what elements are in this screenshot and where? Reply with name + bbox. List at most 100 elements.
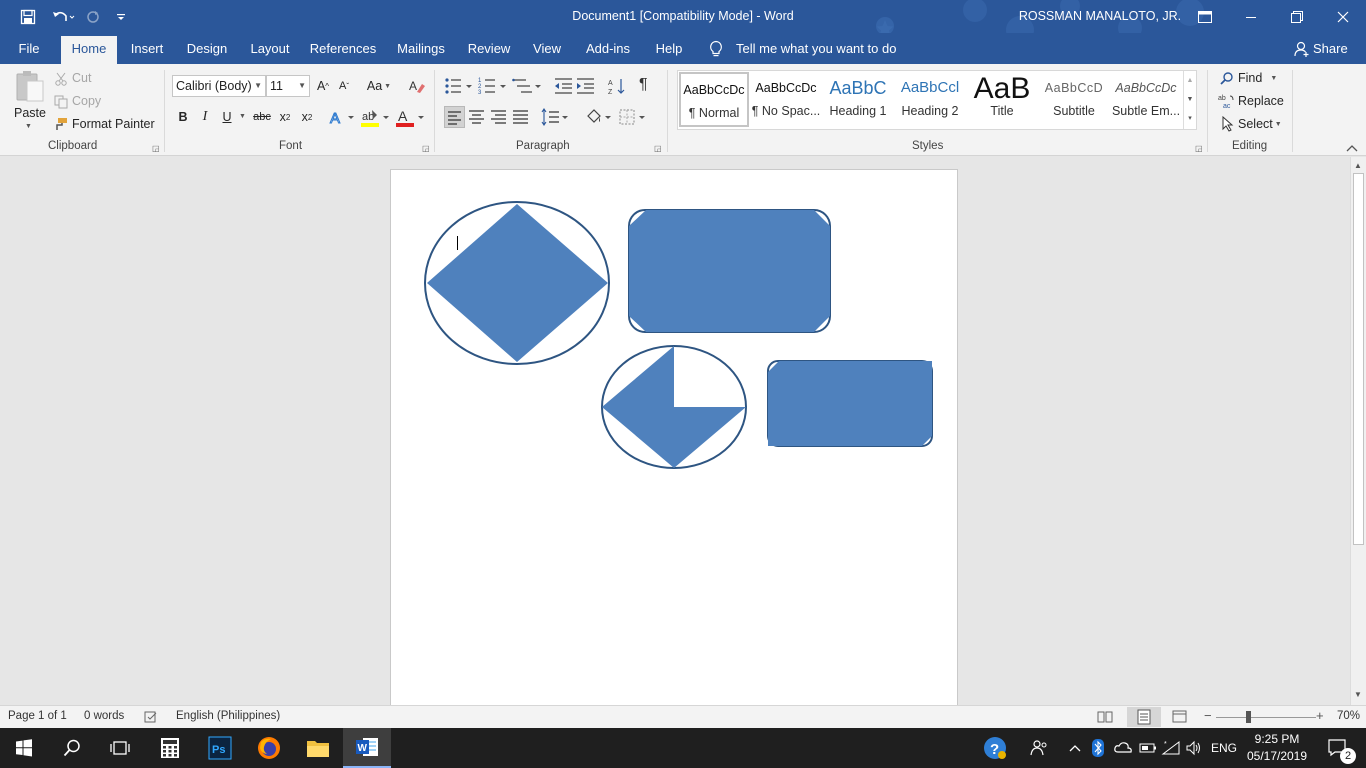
tab-view[interactable]: View [526,33,568,64]
highlight-color-icon[interactable]: ab [360,108,392,128]
select-button[interactable]: Select ▼ [1238,117,1282,131]
style-subtle-emphasis[interactable]: AaBbCcDc Subtle Em... [1111,72,1181,127]
close-icon[interactable] [1320,0,1366,33]
shape-oval-with-cutout[interactable] [601,345,747,469]
paste-icon[interactable] [14,70,46,104]
zoom-slider[interactable] [1216,717,1316,718]
show-hidden-icons[interactable] [1066,728,1084,768]
justify-icon[interactable] [511,108,530,126]
font-color-icon[interactable]: A [395,108,427,128]
tab-insert[interactable]: Insert [124,33,170,64]
decrease-indent-icon[interactable] [554,77,574,95]
font-launcher-icon[interactable]: ◲ [422,144,430,153]
bluetooth-icon[interactable] [1090,728,1106,768]
print-layout-icon[interactable] [1127,707,1161,727]
tab-help[interactable]: Help [647,33,691,64]
vertical-scrollbar[interactable]: ▲ ▼ [1350,157,1366,705]
zoom-out-icon[interactable]: − [1204,708,1212,723]
grow-font-icon[interactable]: A ^ [313,76,333,96]
page-count[interactable]: Page 1 of 1 [8,706,67,728]
firefox-icon[interactable] [245,728,293,768]
notifications-icon[interactable]: 2 [1318,728,1358,768]
chevron-up-icon[interactable]: ▲ [1184,71,1196,90]
style-title[interactable]: AaB Title [967,72,1037,127]
search-icon[interactable] [48,728,96,768]
photoshop-icon[interactable]: Ps [196,728,244,768]
copy-button[interactable]: Copy [72,94,101,108]
restore-icon[interactable] [1274,0,1320,33]
share-person-icon[interactable] [1294,41,1310,57]
paste-dropdown-icon[interactable]: ▼ [25,123,32,130]
shading-icon[interactable] [584,107,614,127]
line-spacing-icon[interactable] [541,108,571,126]
styles-launcher-icon[interactable]: ◲ [1195,144,1203,153]
sort-icon[interactable]: AZ [607,77,627,96]
tab-mailings[interactable]: Mailings [390,33,452,64]
tab-home[interactable]: Home [61,36,117,64]
language-indicator[interactable]: English (Philippines) [176,706,280,728]
bullets-icon[interactable] [444,76,476,96]
text-effects-icon[interactable]: A [329,109,357,128]
style-no-spacing[interactable]: AaBbCcDc ¶ No Spac... [751,72,821,127]
zoom-level[interactable]: 70% [1337,706,1360,728]
clear-formatting-icon[interactable]: A [408,78,426,94]
battery-icon[interactable] [1138,728,1158,768]
file-explorer-icon[interactable] [294,728,342,768]
wifi-icon[interactable]: * [1160,728,1182,768]
people-icon[interactable] [1028,728,1050,768]
shape-rounded-rectangle[interactable] [628,209,831,333]
change-case-button[interactable]: Aa ▼ [364,76,394,96]
shape-snip-corner-rectangle[interactable] [767,360,933,447]
web-layout-icon[interactable] [1172,710,1188,724]
share-button[interactable]: Share [1313,33,1348,64]
numbering-icon[interactable]: 123 [478,76,510,96]
cut-button[interactable]: Cut [72,71,91,85]
align-left-icon[interactable] [444,106,465,128]
help-icon[interactable]: ? [982,728,1008,768]
tell-me-search[interactable]: Tell me what you want to do [736,33,896,64]
tab-add-ins[interactable]: Add-ins [579,33,637,64]
find-button[interactable]: Find ▼ [1238,71,1277,85]
word-count[interactable]: 0 words [84,706,124,728]
tab-review[interactable]: Review [462,33,516,64]
scroll-thumb[interactable] [1353,173,1364,545]
clock[interactable]: 9:25 PM 05/17/2019 [1245,731,1309,765]
italic-button[interactable]: I [195,107,215,127]
superscript-button[interactable]: x2 [297,107,317,127]
style-subtitle[interactable]: AaBbCcD Subtitle [1039,72,1109,127]
input-language[interactable]: ENG [1206,728,1242,768]
shape-oval-with-diamond[interactable] [424,201,610,365]
align-center-icon[interactable] [467,108,486,126]
word-taskbar-icon[interactable]: W [343,728,391,768]
chevron-down-icon[interactable]: ▼ [1184,90,1196,109]
onedrive-icon[interactable] [1112,728,1134,768]
collapse-ribbon-icon[interactable] [1346,142,1358,152]
show-formatting-marks-icon[interactable]: ¶ [639,76,655,94]
paste-button[interactable]: Paste [14,106,46,120]
font-size-box[interactable]: 11 ▼ [266,75,310,97]
redo-icon[interactable] [83,0,103,33]
style-heading-1[interactable]: AaBbC Heading 1 [823,72,893,127]
bold-button[interactable]: B [173,107,193,127]
chevron-down-icon[interactable]: ▼ [1354,690,1362,699]
align-right-icon[interactable] [489,108,508,126]
zoom-slider-thumb[interactable] [1246,711,1251,723]
chevron-up-icon[interactable]: ▲ [1354,161,1362,170]
borders-icon[interactable] [618,107,648,127]
style-heading-2[interactable]: AaBbCcl Heading 2 [895,72,965,127]
underline-button[interactable]: U [217,107,237,127]
save-icon[interactable] [16,0,40,33]
underline-dropdown-icon[interactable]: ▼ [239,113,246,120]
document-page[interactable] [390,169,958,705]
increase-indent-icon[interactable] [576,77,596,95]
undo-icon[interactable] [48,0,78,33]
task-view-icon[interactable] [96,728,144,768]
minimize-icon[interactable] [1228,0,1274,33]
tab-references[interactable]: References [307,33,379,64]
strikethrough-button[interactable]: abc [251,107,273,127]
shrink-font-icon[interactable]: Aˇ [334,76,354,96]
windows-start-icon[interactable] [0,728,48,768]
read-mode-icon[interactable] [1097,710,1113,724]
multilevel-list-icon[interactable] [512,76,544,96]
clipboard-launcher-icon[interactable]: ◲ [152,144,160,153]
